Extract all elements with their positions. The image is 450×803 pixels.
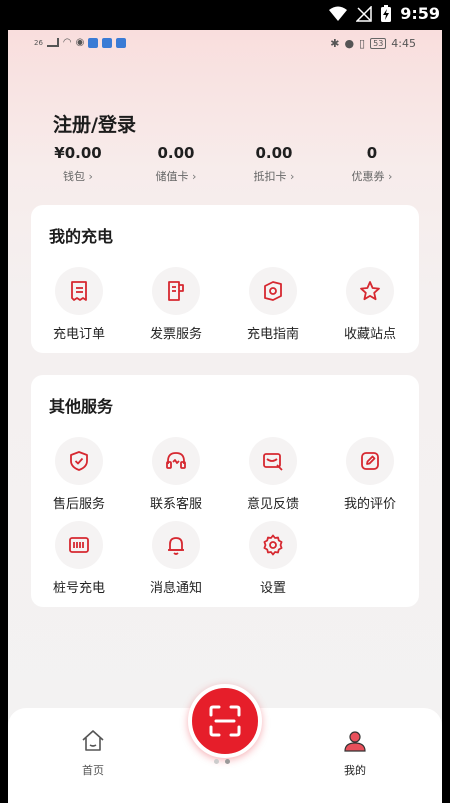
account-stats: ¥0.00 钱包 › 0.00 储值卡 › 0.00 抵扣卡 › 0 优惠券 ›	[28, 144, 428, 188]
stat-value: ¥0.00	[54, 144, 102, 162]
inner-time: 4:45	[391, 37, 416, 50]
chevron-right-icon: ›	[192, 170, 197, 183]
shield-check-icon	[70, 451, 88, 471]
invoice-icon	[168, 281, 184, 301]
headset-icon	[166, 452, 186, 469]
page-dot	[214, 759, 219, 764]
app-notify-icon	[88, 37, 99, 48]
stat-label: 抵扣卡	[253, 170, 287, 183]
item-label: 桩号充电	[52, 581, 105, 596]
stat-label: 储值卡	[155, 170, 189, 183]
wifi-small-icon: ◠	[62, 37, 72, 48]
stat-value: 0	[366, 144, 378, 162]
nav-label: 首页	[82, 764, 104, 777]
bluetooth-icon: ✱	[330, 37, 340, 50]
app-notify-icon-3	[116, 37, 127, 48]
item-label: 售后服务	[52, 497, 105, 512]
chevron-right-icon: ›	[388, 170, 393, 183]
charging-guide-item[interactable]: 充电指南	[228, 267, 318, 342]
stat-label: 优惠券	[351, 170, 385, 183]
item-label: 充电订单	[52, 327, 105, 342]
device-status-bar: 9:59	[0, 0, 450, 30]
stat-label: 钱包	[63, 170, 86, 183]
customer-service-item[interactable]: 联系客服	[131, 437, 221, 512]
stat-stored-value-card[interactable]: 0.00 储值卡 ›	[126, 144, 226, 184]
user-icon	[344, 731, 366, 752]
my-charging-card: 我的充电 充电订单 发票服务 充电指南 收藏站点	[31, 205, 419, 353]
section-title: 其他服务	[49, 397, 114, 416]
item-label: 收藏站点	[343, 327, 396, 342]
chevron-right-icon: ›	[88, 170, 93, 183]
other-services-card: 其他服务 售后服务 联系客服 意见反馈 我的评价 桩号充电 消息通知 设置	[31, 375, 419, 607]
login-register-link[interactable]: 注册/登录	[53, 110, 136, 137]
battery-icon: 53	[370, 38, 387, 49]
no-signal-icon	[356, 5, 372, 22]
chevron-right-icon: ›	[290, 170, 295, 183]
gear-icon	[263, 534, 283, 556]
inner-status-bar: 26 ◠ ◉ ✱ ● ▯ 53 4:45	[8, 30, 442, 58]
favorite-stations-item[interactable]: 收藏站点	[325, 267, 415, 342]
item-label: 消息通知	[149, 581, 202, 596]
item-label: 我的评价	[343, 497, 396, 512]
battery-charging-icon	[381, 4, 392, 22]
page-indicator	[214, 759, 230, 764]
settings-item[interactable]: 设置	[228, 521, 318, 596]
after-sales-item[interactable]: 售后服务	[34, 437, 124, 512]
stat-value: 0.00	[255, 144, 293, 162]
location-icon: ●	[344, 37, 355, 50]
nav-mine[interactable]: 我的	[315, 728, 395, 778]
guide-icon	[264, 281, 282, 301]
stat-coupons[interactable]: 0 优惠券 ›	[322, 144, 422, 184]
vibrate-icon: ▯	[359, 37, 366, 50]
location-small-icon: ◉	[75, 37, 85, 48]
item-label: 意见反馈	[246, 497, 299, 512]
item-label: 发票服务	[149, 327, 202, 342]
item-label: 充电指南	[246, 327, 299, 342]
edit-icon	[361, 452, 379, 470]
app-screen: 26 ◠ ◉ ✱ ● ▯ 53 4:45 注册/登录 ¥0.00 钱包 › 0.…	[8, 30, 442, 803]
stat-deduction-card[interactable]: 0.00 抵扣卡 ›	[224, 144, 324, 184]
barcode-icon	[69, 537, 89, 553]
feedback-icon	[263, 453, 283, 471]
section-title: 我的充电	[49, 227, 114, 246]
home-icon	[82, 730, 104, 751]
scan-button[interactable]	[188, 684, 262, 758]
pile-number-charging-item[interactable]: 桩号充电	[34, 521, 124, 596]
charging-orders-item[interactable]: 充电订单	[34, 267, 124, 342]
item-label: 设置	[259, 581, 286, 596]
page-dot-active	[225, 759, 230, 764]
item-label: 联系客服	[149, 497, 202, 512]
signal-icon	[46, 38, 59, 47]
receipt-icon	[71, 281, 87, 301]
nav-home[interactable]: 首页	[53, 728, 133, 778]
message-notifications-item[interactable]: 消息通知	[131, 521, 221, 596]
nav-label: 我的	[344, 764, 366, 777]
bell-icon	[168, 537, 184, 555]
signal-strength-text: 26	[34, 38, 43, 47]
my-reviews-item[interactable]: 我的评价	[325, 437, 415, 512]
scan-icon	[209, 705, 241, 737]
app-notify-icon-2	[102, 37, 113, 48]
feedback-item[interactable]: 意见反馈	[228, 437, 318, 512]
wifi-icon	[329, 6, 348, 21]
invoice-service-item[interactable]: 发票服务	[131, 267, 221, 342]
device-time: 9:59	[400, 4, 440, 23]
stat-wallet[interactable]: ¥0.00 钱包 ›	[28, 144, 128, 184]
star-icon	[360, 281, 380, 301]
stat-value: 0.00	[157, 144, 195, 162]
